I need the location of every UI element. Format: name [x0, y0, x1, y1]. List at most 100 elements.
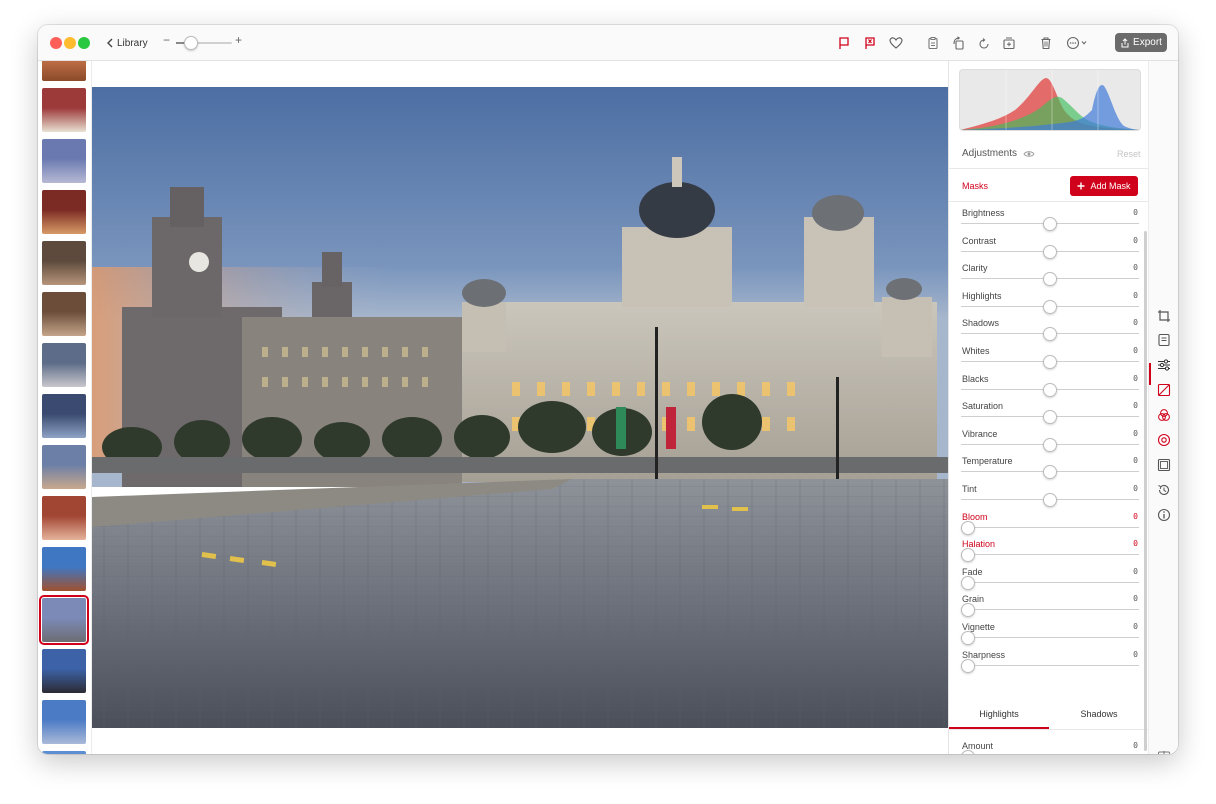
reset-button[interactable]: Reset: [1117, 149, 1141, 159]
slider-value[interactable]: 0: [1133, 567, 1138, 576]
slider-knob[interactable]: [961, 658, 975, 673]
slider-value[interactable]: 0: [1133, 263, 1138, 272]
filmstrip-thumbnail[interactable]: [42, 445, 86, 489]
frame-icon[interactable]: [1156, 457, 1172, 473]
slider-knob[interactable]: [961, 603, 975, 618]
slider-label: Contrast: [962, 235, 997, 246]
slider-track[interactable]: [961, 526, 1139, 528]
slider-value[interactable]: 0: [1133, 622, 1138, 631]
slider-value[interactable]: 0: [1133, 429, 1138, 438]
slider-track[interactable]: [961, 664, 1139, 666]
slider-value[interactable]: 0: [1133, 401, 1138, 410]
edited-photo[interactable]: [92, 87, 948, 728]
heart-icon[interactable]: [888, 35, 904, 51]
filmstrip-thumbnail[interactable]: [42, 88, 86, 132]
slider-value[interactable]: 0: [1133, 346, 1138, 355]
slider-value[interactable]: 0: [1133, 650, 1138, 659]
rotate-right-icon[interactable]: [976, 35, 992, 51]
slider-row-temperature: Temperature 0: [949, 456, 1148, 483]
slider-value[interactable]: 0: [1133, 741, 1138, 750]
export-button[interactable]: Export: [1115, 33, 1167, 52]
slider-row-fade: Fade 0: [949, 567, 1148, 594]
minimize-window-button[interactable]: [64, 37, 76, 49]
slider-value[interactable]: 0: [1133, 236, 1138, 245]
slider-value[interactable]: 0: [1133, 484, 1138, 493]
slider-knob[interactable]: [1043, 327, 1057, 342]
reject-icon[interactable]: [862, 35, 878, 51]
slider-knob[interactable]: [1043, 493, 1057, 507]
slider-value[interactable]: 0: [1133, 594, 1138, 603]
slider-track[interactable]: [961, 609, 1139, 611]
info-icon[interactable]: [1156, 507, 1172, 523]
slider-label: Temperature: [962, 456, 1013, 467]
slider-knob[interactable]: [1043, 437, 1057, 452]
filmstrip-thumbnail[interactable]: [42, 343, 86, 387]
filmstrip-thumbnail[interactable]: [42, 292, 86, 336]
slider-row-saturation: Saturation 0: [949, 401, 1148, 428]
zoom-in-button[interactable]: +: [235, 33, 242, 47]
filmstrip-thumbnail[interactable]: [42, 751, 86, 754]
zoom-slider-knob[interactable]: [184, 36, 198, 50]
selective-color-icon[interactable]: [1156, 432, 1172, 448]
slider-track[interactable]: [961, 581, 1139, 583]
filmstrip-thumbnail[interactable]: [42, 394, 86, 438]
crop-icon[interactable]: [1156, 308, 1172, 324]
slider-value[interactable]: 0: [1133, 512, 1138, 521]
filmstrip-thumbnail[interactable]: [42, 241, 86, 285]
color-mixer-icon[interactable]: [1156, 407, 1172, 423]
filmstrip-thumbnail[interactable]: [42, 139, 86, 183]
slider-value[interactable]: 0: [1133, 539, 1138, 548]
maximize-window-button[interactable]: [78, 37, 90, 49]
slider-value[interactable]: 0: [1133, 374, 1138, 383]
slider-knob[interactable]: [1043, 244, 1057, 259]
slider-knob[interactable]: [961, 548, 975, 563]
slider-row-bloom: Bloom 0: [949, 512, 1148, 539]
flag-icon[interactable]: [836, 35, 852, 51]
tab-shadows[interactable]: Shadows: [1049, 709, 1148, 729]
filmstrip-thumbnail[interactable]: [39, 595, 89, 645]
slider-knob[interactable]: [1043, 382, 1057, 397]
slider-value[interactable]: 0: [1133, 318, 1138, 327]
clipboard-icon[interactable]: [925, 35, 941, 51]
adjustments-panel: Adjustments Reset Masks Add Mask Brightn…: [948, 61, 1148, 754]
zoom-out-button[interactable]: −: [163, 33, 170, 47]
slider-value[interactable]: 0: [1133, 456, 1138, 465]
eye-icon[interactable]: [1023, 150, 1035, 158]
slider-value[interactable]: 0: [1133, 208, 1138, 217]
history-icon[interactable]: [1156, 482, 1172, 498]
rotate-left-icon[interactable]: [950, 35, 966, 51]
curves-icon[interactable]: [1156, 382, 1172, 398]
more-icon[interactable]: [1066, 35, 1092, 51]
filmstrip-thumbnail[interactable]: [42, 547, 86, 591]
slider-row-vibrance: Vibrance 0: [949, 429, 1148, 456]
adjustments-icon[interactable]: [1156, 357, 1172, 373]
info-card-icon[interactable]: [1156, 332, 1172, 348]
slider-knob[interactable]: [1043, 299, 1057, 314]
slider-knob[interactable]: [1043, 465, 1057, 480]
slider-track[interactable]: [961, 554, 1139, 556]
panel-scrollbar[interactable]: [1144, 231, 1147, 751]
filmstrip-thumbnail[interactable]: [42, 496, 86, 540]
filmstrip-thumbnail[interactable]: [42, 190, 86, 234]
slider-knob[interactable]: [1043, 272, 1057, 287]
slider-value[interactable]: 0: [1133, 291, 1138, 300]
slider-row-sharpness: Sharpness 0: [949, 650, 1148, 677]
filmstrip-thumbnail[interactable]: [42, 700, 86, 744]
add-mask-button[interactable]: Add Mask: [1070, 176, 1138, 196]
tab-highlights[interactable]: Highlights: [949, 709, 1049, 729]
compare-icon[interactable]: [1156, 749, 1172, 754]
trash-icon[interactable]: [1038, 35, 1054, 51]
slider-track[interactable]: [961, 637, 1139, 638]
close-window-button[interactable]: [50, 37, 62, 49]
slider-knob[interactable]: [961, 631, 975, 645]
filmstrip-thumbnail[interactable]: [42, 649, 86, 693]
slider-knob[interactable]: [1043, 217, 1057, 231]
slider-knob[interactable]: [1043, 410, 1057, 425]
duplicate-icon[interactable]: [1001, 35, 1017, 51]
back-to-library-button[interactable]: Library: [102, 33, 154, 53]
slider-knob[interactable]: [1043, 355, 1057, 369]
slider-knob[interactable]: [961, 575, 975, 590]
slider-knob[interactable]: [961, 520, 975, 535]
filmstrip-thumbnail[interactable]: [42, 61, 86, 81]
adjustments-title: Adjustments: [962, 148, 1018, 159]
